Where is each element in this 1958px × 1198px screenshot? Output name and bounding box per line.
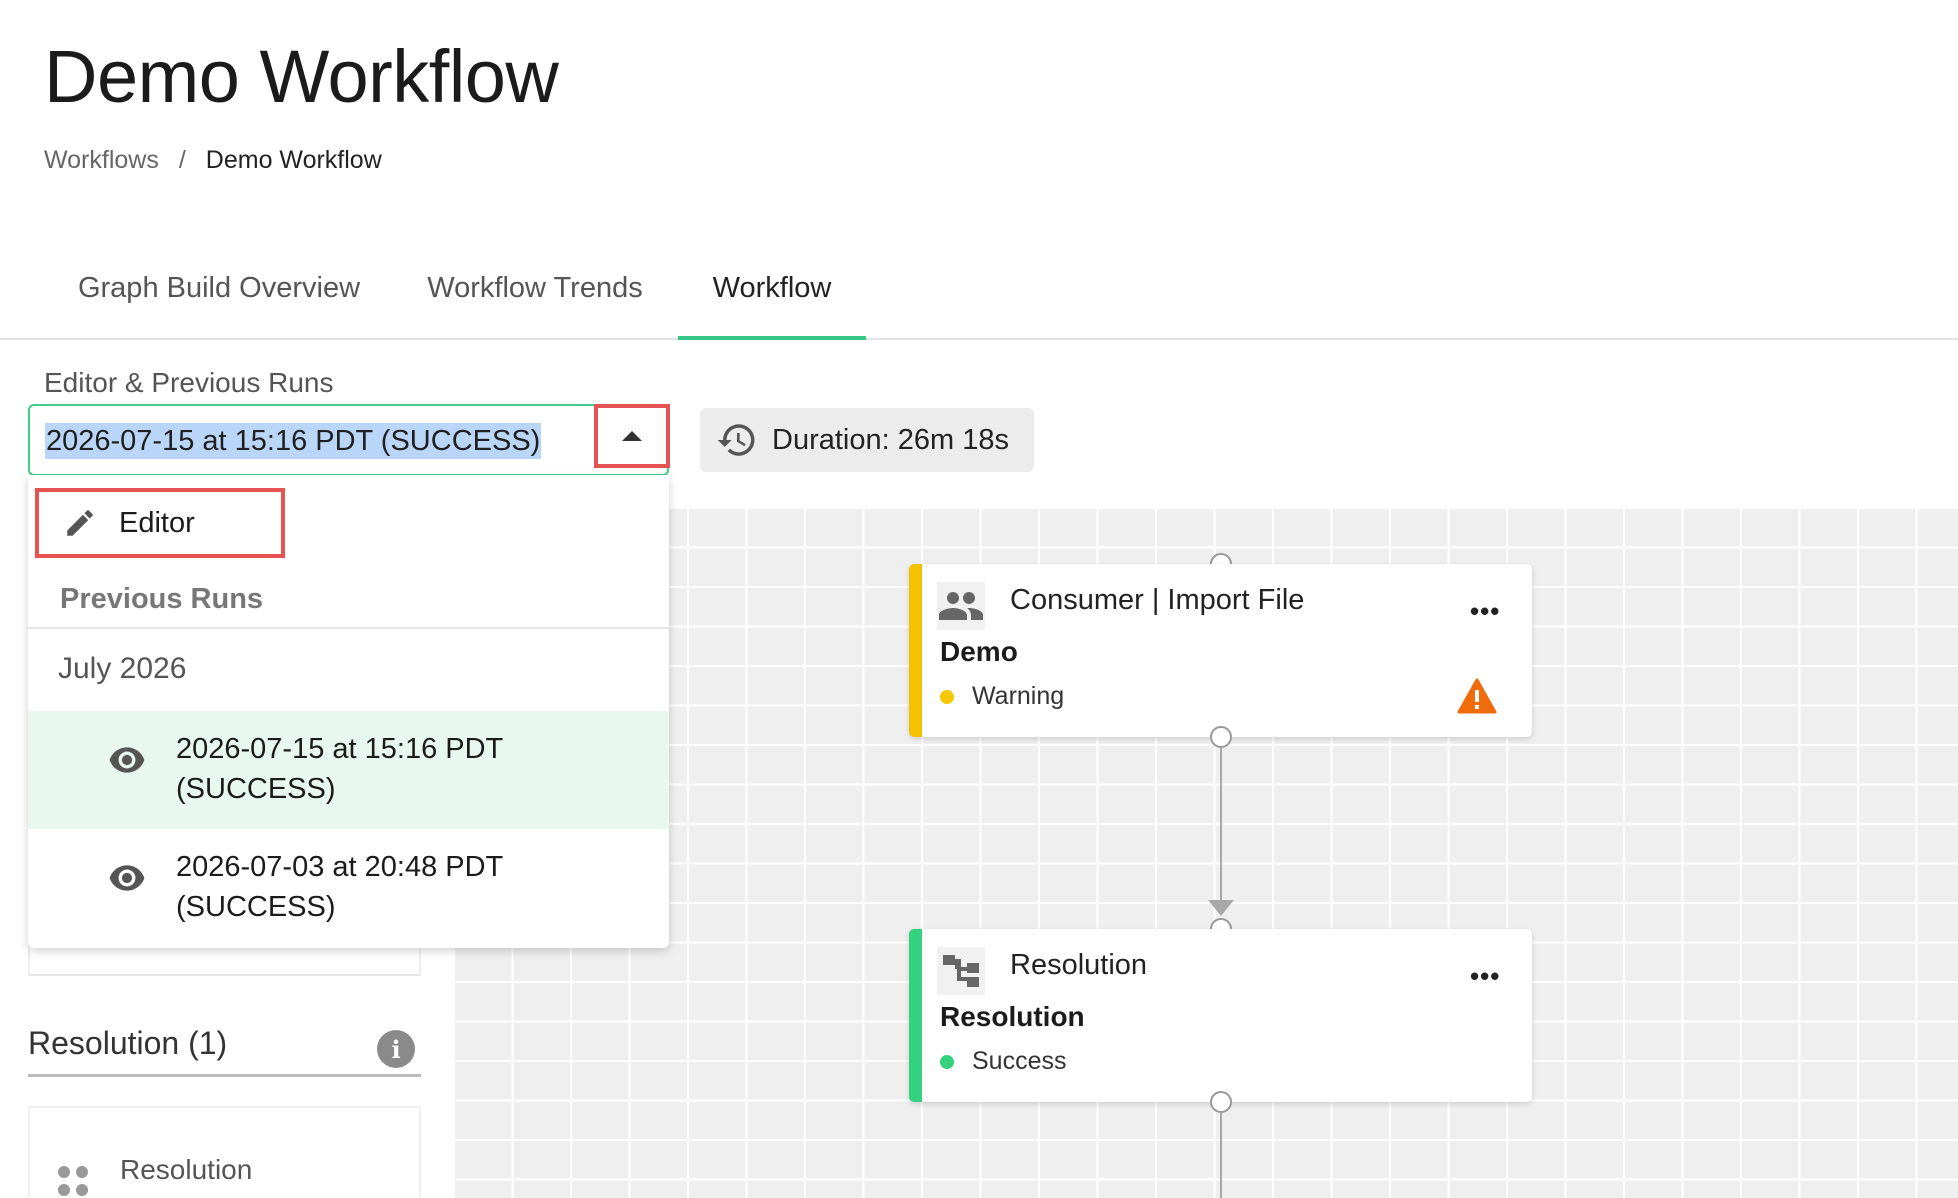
tab-workflow[interactable]: Workflow bbox=[678, 272, 866, 340]
node-title: Consumer | Import File bbox=[1010, 584, 1305, 616]
editor-label: Editor bbox=[119, 506, 195, 539]
run-option-text: 2026-07-15 at 15:16 PDT (SUCCESS) bbox=[176, 729, 596, 809]
workflow-node-consumer[interactable]: Consumer | Import File ••• Demo Warning bbox=[909, 564, 1532, 737]
node-status: Success bbox=[940, 1047, 1066, 1076]
node-output-port[interactable] bbox=[1210, 1091, 1232, 1113]
tab-label: Workflow bbox=[712, 272, 832, 304]
info-icon[interactable]: i bbox=[377, 1030, 415, 1068]
node-subtitle: Demo bbox=[940, 636, 1018, 667]
status-dot bbox=[940, 1054, 954, 1069]
pencil-icon bbox=[67, 510, 93, 536]
duration-text: Duration: 26m 18s bbox=[772, 423, 1009, 456]
eye-icon bbox=[109, 865, 145, 891]
previous-runs-header: Previous Runs bbox=[60, 583, 264, 615]
node-status-bar bbox=[909, 929, 922, 1102]
resolution-section-title: Resolution (1) bbox=[28, 1025, 228, 1061]
arrow-down-icon bbox=[1208, 900, 1234, 916]
node-output-port[interactable] bbox=[1210, 726, 1232, 748]
users-icon bbox=[937, 582, 985, 630]
workflow-node-resolution[interactable]: Resolution ••• Resolution Success bbox=[909, 929, 1532, 1102]
breadcrumb-separator: / bbox=[178, 146, 186, 174]
warning-icon[interactable] bbox=[1457, 678, 1497, 714]
tab-graph-build-overview[interactable]: Graph Build Overview bbox=[74, 272, 364, 340]
run-option-selected[interactable]: 2026-07-15 at 15:16 PDT (SUCCESS) bbox=[28, 711, 669, 829]
chevron-up-icon bbox=[622, 431, 642, 441]
runs-dropdown-menu: Editor Previous Runs July 2026 2026-07-1… bbox=[28, 475, 669, 948]
page-title: Demo Workflow bbox=[44, 35, 559, 118]
editor-menu-item[interactable]: Editor bbox=[35, 488, 285, 558]
duration-badge: Duration: 26m 18s bbox=[700, 408, 1034, 472]
section-divider bbox=[28, 1074, 421, 1077]
run-status: (SUCCESS) bbox=[176, 773, 336, 805]
run-date: 2026-07-15 at 15:16 PDT bbox=[176, 733, 504, 765]
tab-workflow-trends[interactable]: Workflow Trends bbox=[418, 272, 652, 340]
run-option-text: 2026-07-03 at 20:48 PDT (SUCCESS) bbox=[176, 847, 596, 927]
tab-bar: Graph Build Overview Workflow Trends Wor… bbox=[0, 262, 1958, 340]
month-group-label: July 2026 bbox=[58, 652, 187, 685]
dropdown-toggle-button[interactable] bbox=[594, 404, 670, 468]
node-status-text: Success bbox=[972, 1047, 1067, 1075]
node-status: Warning bbox=[940, 682, 1064, 711]
run-selector-label: Editor & Previous Runs bbox=[44, 367, 334, 398]
breadcrumb: Workflows / Demo Workflow bbox=[44, 146, 382, 175]
graph-edge bbox=[1220, 1113, 1222, 1198]
run-status: (SUCCESS) bbox=[176, 891, 336, 923]
graph-edge bbox=[1220, 748, 1222, 900]
breadcrumb-workflows-link[interactable]: Workflows bbox=[44, 146, 159, 175]
breadcrumb-current: Demo Workflow bbox=[205, 146, 382, 174]
node-more-button[interactable]: ••• bbox=[1470, 961, 1500, 992]
resolution-item-label: Resolution bbox=[120, 1154, 253, 1185]
run-selector[interactable]: 2026-07-15 at 15:16 PDT (SUCCESS) bbox=[28, 404, 670, 476]
drag-handle-icon[interactable] bbox=[58, 1166, 90, 1198]
tab-label: Graph Build Overview bbox=[77, 272, 361, 304]
dropdown-divider bbox=[28, 627, 669, 629]
node-status-bar bbox=[909, 564, 922, 737]
node-subtitle: Resolution bbox=[940, 1001, 1085, 1032]
node-title: Resolution bbox=[1010, 949, 1148, 981]
node-more-button[interactable]: ••• bbox=[1470, 596, 1500, 627]
eye-icon bbox=[109, 747, 145, 773]
history-icon bbox=[717, 424, 755, 456]
run-selector-value[interactable]: 2026-07-15 at 15:16 PDT (SUCCESS) bbox=[45, 423, 542, 459]
node-status-text: Warning bbox=[972, 682, 1065, 710]
resolution-icon bbox=[937, 947, 985, 995]
tab-label: Workflow Trends bbox=[427, 272, 643, 304]
status-dot bbox=[940, 689, 954, 704]
run-option[interactable]: 2026-07-03 at 20:48 PDT (SUCCESS) bbox=[28, 829, 669, 947]
run-date: 2026-07-03 at 20:48 PDT bbox=[176, 851, 504, 883]
